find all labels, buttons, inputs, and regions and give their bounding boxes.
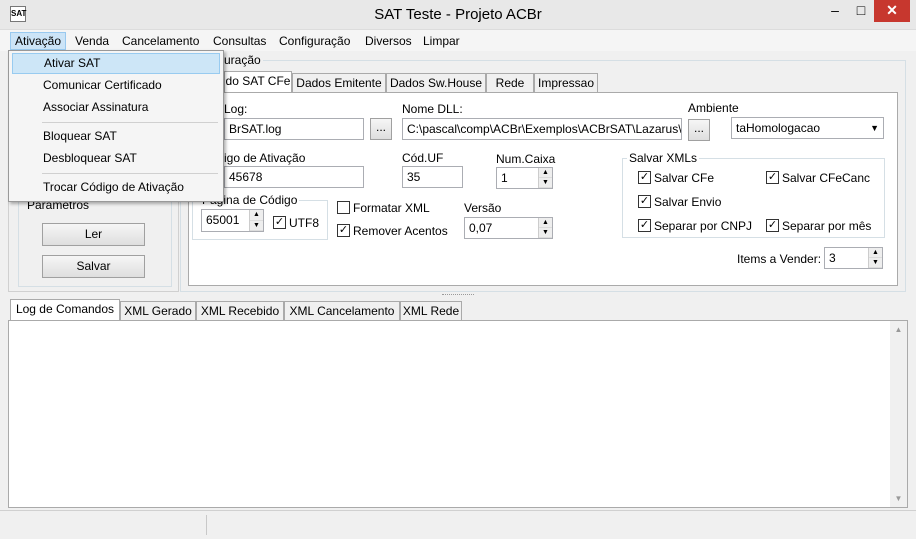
- coduf-label: Cód.UF: [402, 151, 444, 165]
- remover-acentos-label: Remover Acentos: [353, 224, 448, 238]
- close-button[interactable]: ✕: [874, 0, 910, 22]
- formatar-xml-label: Formatar XML: [353, 201, 430, 215]
- menu-item-ativar-sat[interactable]: Ativar SAT: [12, 53, 220, 74]
- ler-button[interactable]: Ler: [42, 223, 145, 246]
- menu-item-bloquear-sat[interactable]: Bloquear SAT: [12, 126, 220, 147]
- salvar-cfe-label: Salvar CFe: [654, 171, 715, 185]
- tab-xml-cancelamento[interactable]: XML Cancelamento: [284, 301, 400, 321]
- menu-cancelamento[interactable]: Cancelamento: [118, 32, 203, 50]
- salvar-button[interactable]: Salvar: [42, 255, 145, 278]
- items-vender-spin-buttons[interactable]: ▲ ▼: [868, 248, 882, 268]
- numcaixa-spin-buttons[interactable]: ▲ ▼: [538, 168, 552, 188]
- separar-cnpj-label: Separar por CNPJ: [654, 219, 753, 233]
- log-label: Log:: [224, 102, 248, 116]
- ativacao-dropdown: Ativar SAT Comunicar Certificado Associa…: [8, 50, 224, 202]
- tab-xml-gerado[interactable]: XML Gerado: [120, 301, 196, 321]
- utf8-checkbox[interactable]: ✓: [273, 216, 286, 229]
- salvar-cfecanc-checkbox[interactable]: ✓: [766, 171, 779, 184]
- menu-configuracao[interactable]: Configuração: [275, 32, 354, 50]
- ambiente-label: Ambiente: [688, 101, 739, 115]
- pagina-codigo-spin[interactable]: 65001 ▲ ▼: [201, 209, 264, 232]
- maximize-button[interactable]: □: [848, 0, 874, 22]
- versao-value: 0,07: [469, 221, 493, 235]
- separar-mes-label: Separar por mês: [782, 219, 872, 233]
- separar-mes-checkbox[interactable]: ✓: [766, 219, 779, 232]
- formatar-xml-checkbox[interactable]: [337, 201, 350, 214]
- chevron-down-icon: ▼: [870, 123, 879, 133]
- menu-venda[interactable]: Venda: [71, 32, 113, 50]
- log-input[interactable]: BrSAT.log: [224, 118, 364, 140]
- log-scrollbar[interactable]: ▲ ▼: [890, 321, 907, 507]
- salvar-cfecanc-label: Salvar CFeCanc: [782, 171, 871, 185]
- tab-xml-rede[interactable]: XML Rede: [400, 301, 462, 321]
- status-divider: [206, 515, 207, 535]
- window-title: SAT Teste - Projeto ACBr: [374, 6, 542, 23]
- versao-spin-buttons[interactable]: ▲ ▼: [538, 218, 552, 238]
- splitter-handle[interactable]: [442, 294, 474, 297]
- menu-consultas[interactable]: Consultas: [209, 32, 270, 50]
- codigo-ativacao-label: igo de Ativação: [224, 151, 306, 165]
- tab-log-comandos[interactable]: Log de Comandos: [10, 299, 120, 321]
- versao-label: Versão: [464, 201, 502, 215]
- tab-dados-sw-house[interactable]: Dados Sw.House: [386, 73, 486, 93]
- tab-rede[interactable]: Rede: [486, 73, 534, 93]
- numcaixa-spin[interactable]: 1 ▲ ▼: [496, 167, 553, 189]
- dll-browse-button[interactable]: ...: [688, 119, 710, 141]
- tab-xml-recebido[interactable]: XML Recebido: [196, 301, 284, 321]
- log-textarea[interactable]: ▲ ▼: [8, 320, 908, 508]
- scroll-down-icon[interactable]: ▼: [890, 490, 907, 507]
- pagina-codigo-spin-buttons[interactable]: ▲ ▼: [249, 210, 263, 231]
- status-bar: [0, 510, 916, 539]
- menu-ativacao[interactable]: Ativação: [10, 32, 67, 50]
- dll-label: Nome DLL:: [402, 102, 463, 116]
- items-vender-spin[interactable]: 3 ▲ ▼: [824, 247, 883, 269]
- menu-separator: [42, 122, 218, 123]
- salvar-xmls-label: Salvar XMLs: [627, 151, 700, 165]
- ambiente-select-value: taHomologacao: [736, 121, 821, 135]
- items-vender-label: Items a Vender:: [737, 252, 822, 266]
- codigo-ativacao-input[interactable]: 45678: [224, 166, 364, 188]
- numcaixa-value: 1: [501, 171, 508, 185]
- menu-diversos[interactable]: Diversos: [361, 32, 416, 50]
- remover-acentos-checkbox[interactable]: ✓: [337, 224, 350, 237]
- scroll-up-icon[interactable]: ▲: [890, 321, 907, 338]
- menu-item-associar-assinatura[interactable]: Associar Assinatura: [12, 97, 220, 118]
- pagina-codigo-value: 65001: [206, 213, 240, 227]
- menu-item-desbloquear-sat[interactable]: Desbloquear SAT: [12, 148, 220, 169]
- menu-item-comunicar-certificado[interactable]: Comunicar Certificado: [12, 75, 220, 96]
- menu-item-trocar-codigo[interactable]: Trocar Código de Ativação: [12, 177, 220, 198]
- ambiente-select[interactable]: taHomologacao ▼: [731, 117, 884, 139]
- minimize-button[interactable]: ‒: [822, 0, 848, 22]
- salvar-cfe-checkbox[interactable]: ✓: [638, 171, 651, 184]
- configuracao-group-label: uração: [222, 53, 263, 67]
- menu-separator: [42, 173, 218, 174]
- utf8-label: UTF8: [289, 216, 319, 230]
- items-vender-value: 3: [829, 251, 836, 265]
- menu-bar: Ativação Venda Cancelamento Consultas Co…: [0, 30, 916, 51]
- tab-impressao[interactable]: Impressao: [534, 73, 598, 93]
- title-bar: SAT SAT Teste - Projeto ACBr ‒ □ ✕: [0, 0, 916, 30]
- dll-input[interactable]: C:\pascal\comp\ACBr\Exemplos\ACBrSAT\Laz…: [402, 118, 682, 140]
- tab-dados-sat-cfe[interactable]: do SAT CFe: [224, 71, 292, 93]
- versao-spin[interactable]: 0,07 ▲ ▼: [464, 217, 553, 239]
- salvar-envio-checkbox[interactable]: ✓: [638, 195, 651, 208]
- separar-cnpj-checkbox[interactable]: ✓: [638, 219, 651, 232]
- log-browse-button[interactable]: ...: [370, 118, 392, 140]
- numcaixa-label: Num.Caixa: [496, 152, 556, 166]
- menu-limpar[interactable]: Limpar: [419, 32, 464, 50]
- coduf-input[interactable]: 35: [402, 166, 463, 188]
- tab-dados-emitente[interactable]: Dados Emitente: [292, 73, 386, 93]
- salvar-envio-label: Salvar Envio: [654, 195, 722, 209]
